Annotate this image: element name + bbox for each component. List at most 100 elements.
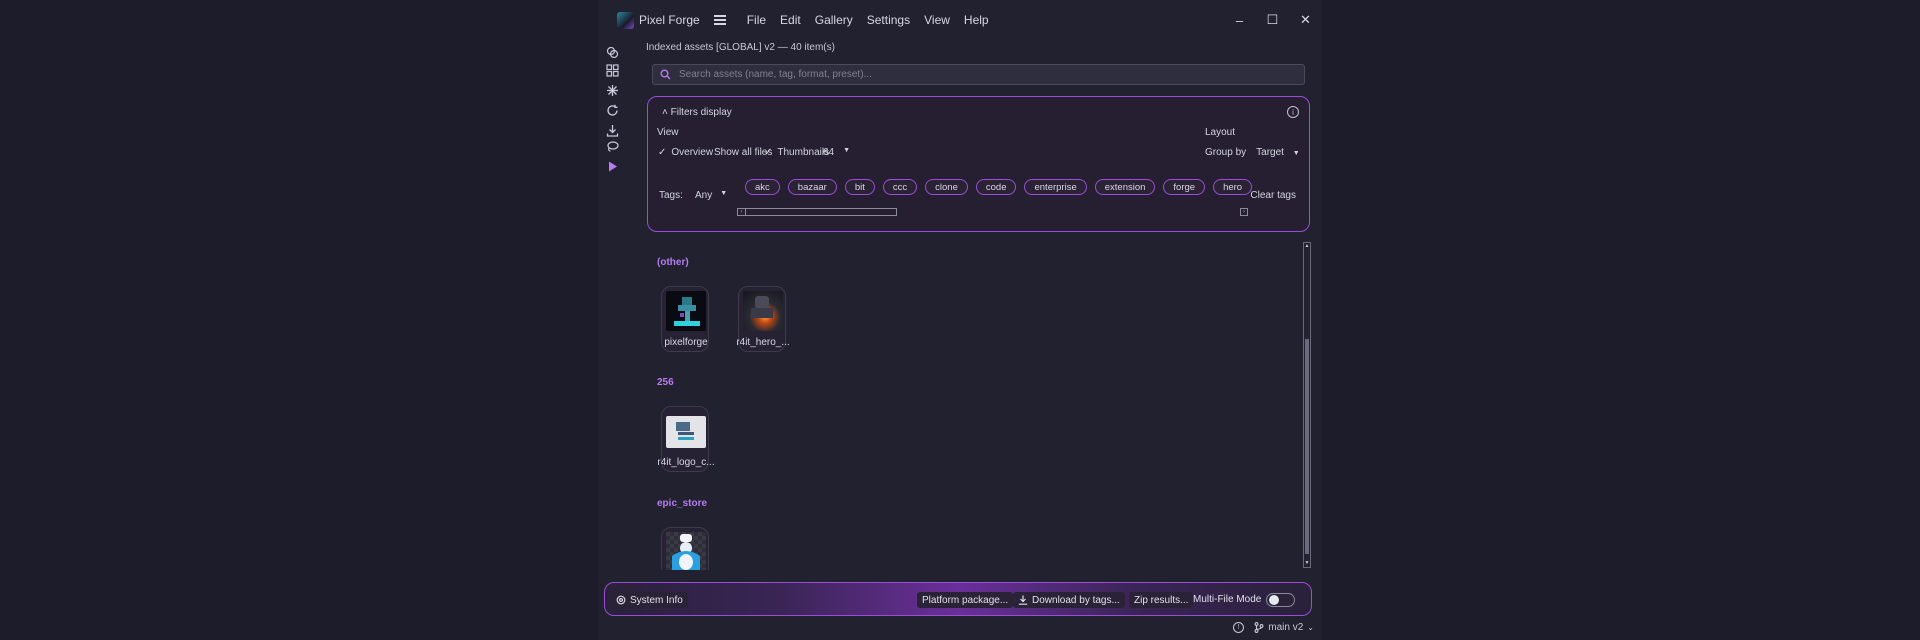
tags-label: Tags:	[659, 190, 683, 201]
branch-name: main v2	[1268, 622, 1304, 633]
menu-edit[interactable]: Edit	[773, 13, 808, 27]
download-by-tags-button[interactable]: Download by tags...	[1013, 592, 1125, 608]
play-icon[interactable]	[606, 160, 619, 173]
system-info-button[interactable]: System Info	[611, 592, 688, 608]
download-icon[interactable]	[606, 124, 619, 137]
asset-tile[interactable]: r4it_logo_c...	[657, 406, 715, 472]
chevron-down-icon: ⌄	[1307, 623, 1314, 632]
git-branch-icon	[1254, 622, 1264, 633]
copy-icon[interactable]	[606, 46, 619, 59]
menu-view[interactable]: View	[917, 13, 957, 27]
checkmark-icon: ✓	[764, 147, 773, 158]
group-label: epic_store	[657, 498, 708, 509]
minimize-button[interactable]: –	[1223, 0, 1256, 40]
tag-chip[interactable]: ccc	[882, 179, 918, 195]
grid-icon[interactable]	[606, 64, 619, 77]
refresh-icon[interactable]	[606, 104, 619, 117]
view-section-label: View	[657, 127, 679, 138]
window-controls: – ☐ ✕	[1223, 0, 1322, 40]
asset-tile[interactable]: pixelforge	[661, 286, 709, 352]
scroll-right-icon[interactable]: ›	[1240, 208, 1248, 216]
scroll-left-icon[interactable]: ‹	[738, 209, 746, 215]
tag-chip[interactable]: akc	[745, 179, 780, 195]
side-toolbar	[598, 40, 627, 200]
asset-name: r4it_hero_...	[736, 337, 790, 348]
group-label: 256	[657, 377, 674, 388]
filters-toggle-label: Filters display	[670, 107, 732, 118]
title-bar: Pixel Forge File Edit Gallery Settings V…	[598, 0, 1322, 40]
group-by-control: Group by Target ▼	[1205, 147, 1300, 158]
sparkle-icon[interactable]	[606, 84, 619, 97]
menu-gallery[interactable]: Gallery	[808, 13, 860, 27]
bottom-action-bar: System Info Platform package... Download…	[604, 582, 1312, 616]
asset-tile[interactable]: r4it_hero_...	[736, 286, 790, 352]
tag-chip[interactable]: bit	[844, 179, 875, 195]
menu-settings[interactable]: Settings	[860, 13, 917, 27]
tag-chip[interactable]: enterprise	[1024, 179, 1087, 195]
download-by-tags-label: Download by tags...	[1032, 594, 1120, 606]
menu-file[interactable]: File	[740, 13, 773, 27]
alert-icon[interactable]: !	[1233, 622, 1245, 633]
thumbnail-size-select[interactable]: 64 ▼	[823, 147, 850, 158]
zip-results-label: Zip results...	[1134, 594, 1189, 606]
hamburger-menu-icon[interactable]	[713, 15, 726, 25]
tags-horizontal-scrollbar[interactable]: ‹	[737, 208, 897, 216]
clear-tags-button[interactable]: Clear tags	[1250, 190, 1296, 201]
group-by-select[interactable]: Target ▼	[1256, 147, 1300, 158]
thumbnails-checkbox[interactable]: ✓ Thumbnails	[764, 147, 829, 158]
dropdown-arrow-icon: ▼	[1292, 150, 1300, 157]
filters-toggle[interactable]: ˄ Filters display	[662, 107, 732, 118]
tag-chip[interactable]: bazaar	[787, 179, 837, 195]
thumbnail-size-value: 64	[823, 147, 835, 158]
tag-chip[interactable]: extension	[1094, 179, 1156, 195]
menu-help[interactable]: Help	[957, 13, 996, 27]
platform-package-label: Platform package...	[922, 594, 1009, 606]
asset-thumbnail	[666, 416, 706, 448]
menu-bar: File Edit Gallery Settings View Help	[740, 13, 996, 27]
gallery-vertical-scrollbar[interactable]: ▲ ▼	[1303, 242, 1311, 568]
maximize-button[interactable]: ☐	[1256, 0, 1289, 40]
search-bar[interactable]	[652, 64, 1305, 85]
scroll-down-icon[interactable]: ▼	[1304, 560, 1310, 567]
dropdown-arrow-icon: ▼	[720, 190, 728, 197]
zip-results-button[interactable]: Zip results...	[1129, 592, 1194, 608]
tag-chip[interactable]: clone	[925, 179, 968, 195]
asset-thumbnail	[666, 532, 706, 570]
toggle-knob	[1269, 595, 1279, 605]
status-text: Indexed assets [GLOBAL] v2 — 40 item(s)	[646, 42, 835, 53]
search-icon	[660, 69, 671, 80]
dropdown-arrow-icon: ▼	[843, 147, 851, 154]
system-info-label: System Info	[630, 594, 683, 606]
group-by-value: Target	[1256, 147, 1284, 158]
scrollbar-thumb[interactable]	[1305, 339, 1309, 554]
overview-checkbox[interactable]: ✓ Overview	[658, 147, 713, 158]
checkmark-icon: ✓	[658, 147, 667, 158]
search-input[interactable]	[679, 69, 1279, 80]
asset-tile[interactable]	[661, 527, 709, 570]
tag-chip[interactable]: hero	[1213, 179, 1253, 195]
multi-file-mode-label: Multi-File Mode	[1193, 594, 1262, 605]
multi-file-mode-toggle[interactable]	[1266, 593, 1295, 607]
close-button[interactable]: ✕	[1289, 0, 1322, 40]
tag-chips: akc bazaar bit ccc clone code enterprise…	[745, 179, 1253, 195]
group-label: (other)	[657, 257, 689, 268]
layout-section-label: Layout	[1205, 127, 1236, 138]
tag-chip[interactable]: forge	[1163, 179, 1206, 195]
filters-panel: ˄ Filters display i View Layout ✓ Overvi…	[647, 96, 1310, 232]
asset-thumbnail	[666, 291, 706, 331]
overview-label: Overview	[671, 147, 714, 158]
branch-selector[interactable]: main v2 ⌄	[1254, 622, 1314, 633]
download-icon	[1018, 595, 1028, 605]
asset-name: pixelforge	[664, 337, 708, 348]
app-logo-icon	[617, 11, 634, 29]
tag-chip[interactable]: code	[975, 179, 1017, 195]
tags-mode-select[interactable]: Any ▼	[695, 190, 727, 201]
group-by-label: Group by	[1205, 147, 1247, 158]
info-icon[interactable]: i	[1287, 106, 1299, 118]
asset-name: r4it_logo_c...	[657, 457, 715, 468]
scroll-up-icon[interactable]: ▲	[1304, 243, 1310, 250]
platform-package-button[interactable]: Platform package...	[917, 592, 1014, 608]
lasso-icon[interactable]	[606, 140, 619, 153]
collapse-caret-icon: ˄	[662, 107, 668, 118]
asset-thumbnail	[743, 291, 783, 331]
